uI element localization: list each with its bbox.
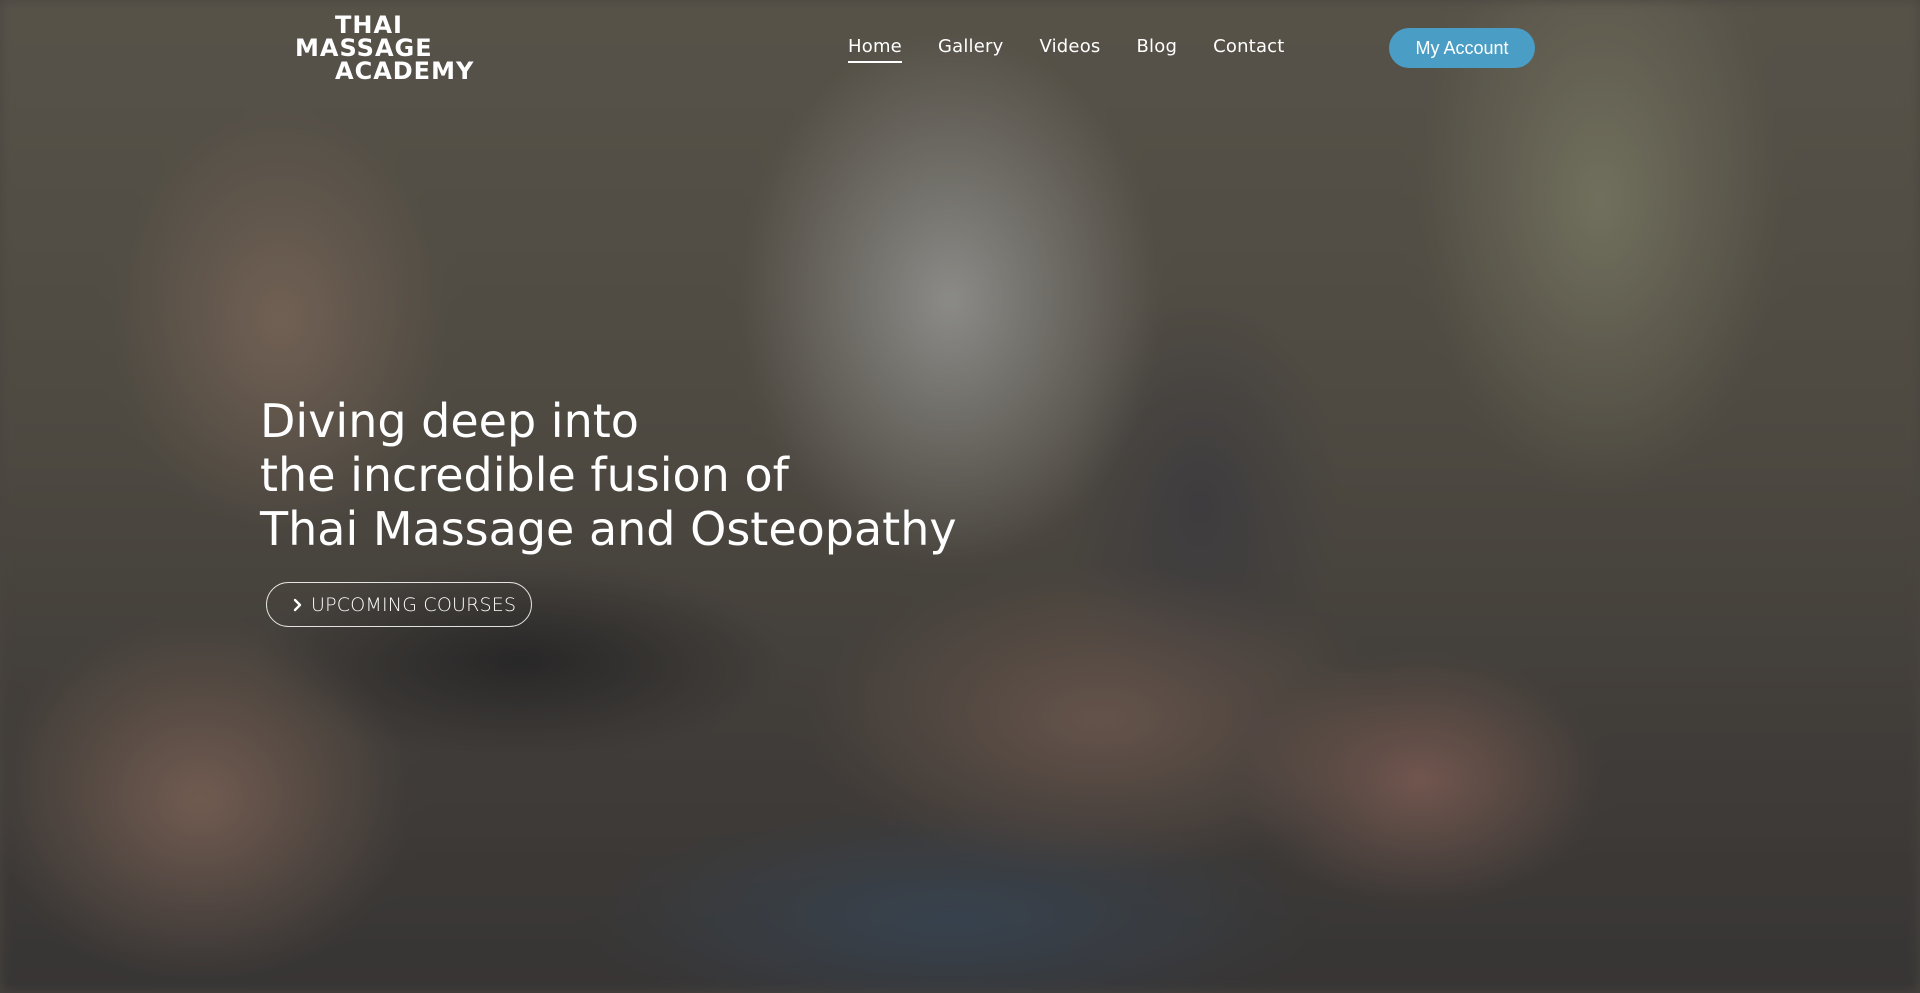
upcoming-courses-label: UPCOMING COURSES bbox=[311, 593, 517, 616]
main-nav: Home Gallery Videos Blog Contact bbox=[848, 36, 1321, 63]
hero-heading-line-3: Thai Massage and Osteopathy bbox=[260, 502, 957, 556]
site-header: THAI MASSAGE ACADEMY Home Gallery Videos… bbox=[0, 0, 1920, 95]
hero-heading-line-1: Diving deep into bbox=[260, 394, 639, 448]
nav-item-blog[interactable]: Blog bbox=[1137, 36, 1178, 63]
hero-section: THAI MASSAGE ACADEMY Home Gallery Videos… bbox=[0, 0, 1920, 993]
hero-heading: Diving deep into the incredible fusion o… bbox=[260, 394, 957, 556]
nav-item-contact[interactable]: Contact bbox=[1213, 36, 1284, 63]
nav-item-home[interactable]: Home bbox=[848, 36, 902, 63]
nav-item-videos[interactable]: Videos bbox=[1039, 36, 1100, 63]
chevron-right-icon bbox=[293, 598, 302, 611]
my-account-button[interactable]: My Account bbox=[1389, 28, 1535, 68]
nav-item-gallery[interactable]: Gallery bbox=[938, 36, 1004, 63]
logo-line-3: ACADEMY bbox=[335, 57, 475, 85]
site-logo[interactable]: THAI MASSAGE ACADEMY bbox=[295, 13, 475, 85]
hero-heading-line-2: the incredible fusion of bbox=[260, 448, 789, 502]
upcoming-courses-button[interactable]: UPCOMING COURSES bbox=[266, 582, 532, 627]
